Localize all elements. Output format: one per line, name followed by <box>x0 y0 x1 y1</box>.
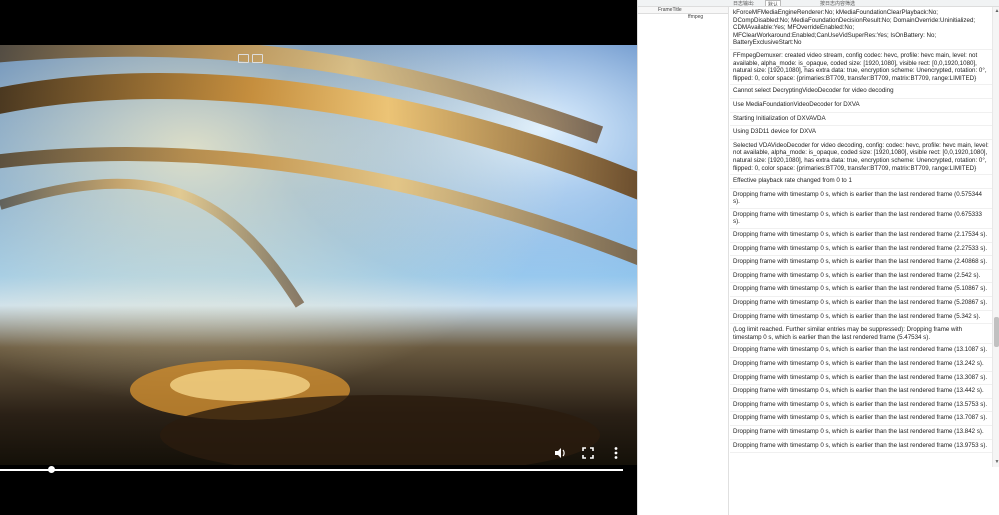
log-entry: Using D3D11 device for DXVA <box>730 126 992 140</box>
log-entry: Dropping frame with timestamp 0 s, which… <box>730 297 992 311</box>
log-entry: Dropping frame with timestamp 0 s, which… <box>730 229 992 243</box>
volume-icon[interactable] <box>551 446 569 463</box>
pip-expand-icon[interactable] <box>252 54 263 63</box>
log-scrollbar[interactable]: ▲ ▼ <box>992 7 999 467</box>
scroll-down-icon[interactable]: ▼ <box>994 459 999 465</box>
log-entry: (Log limit reached. Further similar entr… <box>730 324 992 345</box>
log-entry: Dropping frame with timestamp 0 s, which… <box>730 243 992 257</box>
seek-handle[interactable] <box>48 466 55 473</box>
log-entry: Cannot select DecryptingVideoDecoder for… <box>730 85 992 99</box>
player-list-header: FrameTitle ffmpeg <box>638 7 728 20</box>
log-entry: kForceMFMediaEngineRenderer:No; kMediaFo… <box>730 7 992 50</box>
log-entry: Dropping frame with timestamp 0 s, which… <box>730 372 992 386</box>
log-entry: Dropping frame with timestamp 0 s, which… <box>730 426 992 440</box>
video-frame <box>0 45 637 465</box>
scroll-up-icon[interactable]: ▲ <box>994 8 999 14</box>
log-entry: Dropping frame with timestamp 0 s, which… <box>730 412 992 426</box>
column-header-ffmpeg: ffmpeg <box>688 14 704 20</box>
log-entry: Dropping frame with timestamp 0 s, which… <box>730 399 992 413</box>
app-root: 日志输出: 默认 按日志内容筛选 FrameTitle ffmpeg kForc… <box>0 0 999 515</box>
log-entry: Dropping frame with timestamp 0 s, which… <box>730 311 992 325</box>
player-list: FrameTitle ffmpeg <box>638 7 729 515</box>
column-header-frametitle: FrameTitle <box>658 7 682 13</box>
filter-input[interactable]: 按日志内容筛选 <box>820 0 855 6</box>
log-entry: Dropping frame with timestamp 0 s, which… <box>730 189 992 209</box>
log-entry: Dropping frame with timestamp 0 s, which… <box>730 385 992 399</box>
log-entry: Effective playback rate changed from 0 t… <box>730 175 992 189</box>
log-entry: Dropping frame with timestamp 0 s, which… <box>730 283 992 298</box>
log-entry: Dropping frame with timestamp 0 s, which… <box>730 270 992 284</box>
log-entry: Use MediaFoundationVideoDecoder for DXVA <box>730 99 992 113</box>
video-frame-art <box>0 45 637 465</box>
log-entry: Starting Initialization of DXVAVDA <box>730 113 992 127</box>
media-devtools-panel: 日志输出: 默认 按日志内容筛选 FrameTitle ffmpeg kForc… <box>637 0 999 515</box>
video-player[interactable] <box>0 0 637 515</box>
log-level-select[interactable]: 默认 <box>765 0 782 6</box>
log-entry: FFmpegDemuxer: created video stream, con… <box>730 50 992 86</box>
devtools-toolbar: 日志输出: 默认 按日志内容筛选 <box>638 0 999 7</box>
log-entry: Dropping frame with timestamp 0 s, which… <box>730 209 992 230</box>
scrollbar-thumb[interactable] <box>994 317 999 347</box>
log-entry: Selected VDAVideoDecoder for video decod… <box>730 140 992 176</box>
pip-toggle-icon[interactable] <box>238 54 249 63</box>
more-vertical-icon[interactable] <box>607 446 625 463</box>
log-entry: Dropping frame with timestamp 0 s, which… <box>730 440 992 454</box>
log-entry: Dropping frame with timestamp 0 s, which… <box>730 344 992 358</box>
log-level-label: 日志输出: <box>733 1 755 7</box>
fullscreen-icon[interactable] <box>579 446 597 463</box>
seek-bar[interactable] <box>0 469 623 471</box>
log-entry: Dropping frame with timestamp 0 s, which… <box>730 256 992 270</box>
log-list: kForceMFMediaEngineRenderer:No; kMediaFo… <box>730 7 992 467</box>
log-entry: Dropping frame with timestamp 0 s, which… <box>730 358 992 372</box>
